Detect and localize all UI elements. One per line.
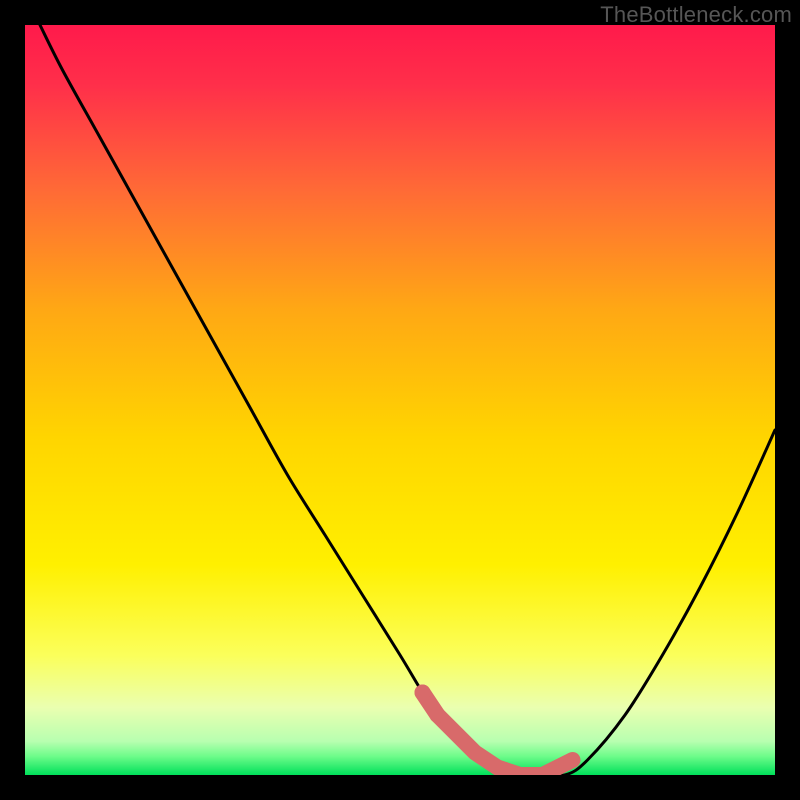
marker-dot (415, 685, 431, 701)
gradient-background (25, 25, 775, 775)
chart-frame (25, 25, 775, 775)
marker-dot (430, 707, 446, 723)
watermark-text: TheBottleneck.com (600, 2, 792, 28)
bottleneck-chart (25, 25, 775, 775)
